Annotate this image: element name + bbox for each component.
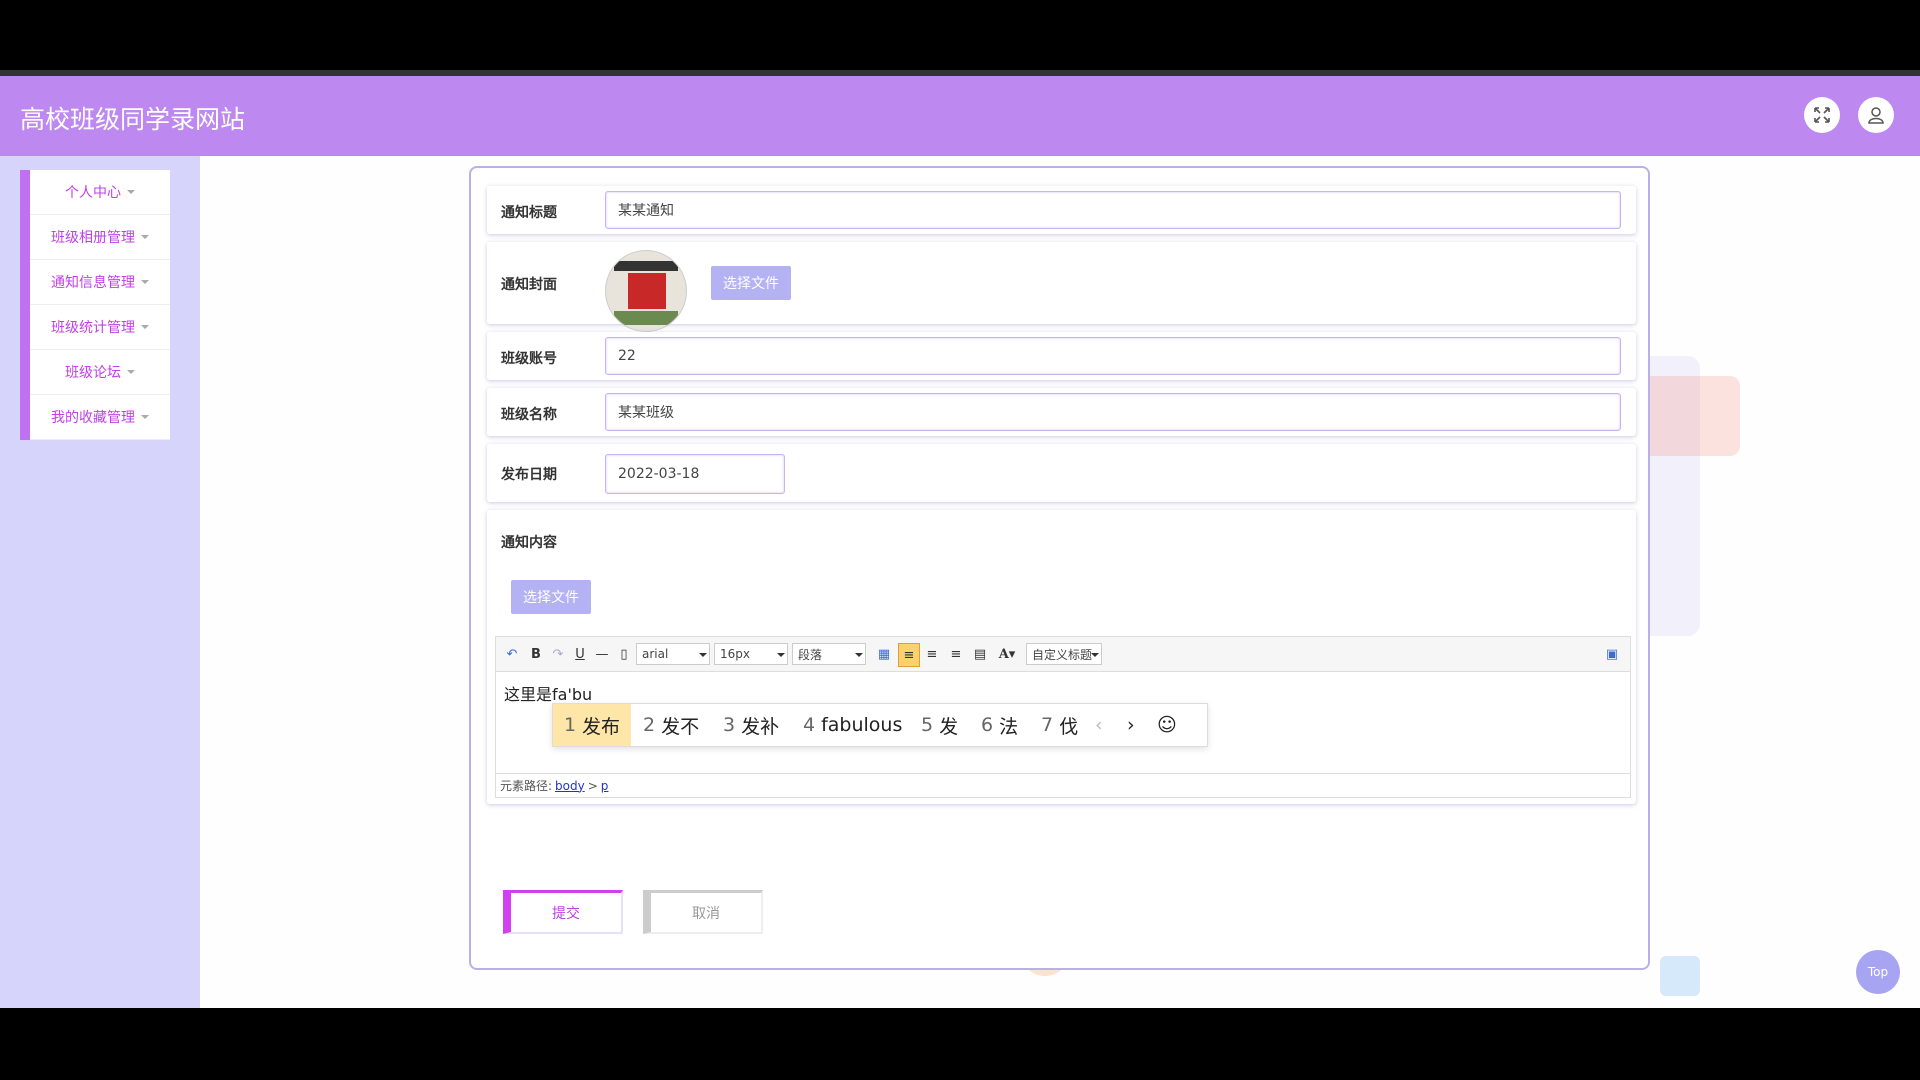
align-left-icon[interactable]: ≡ [898,643,920,667]
ime-candidate[interactable]: 5发 [921,704,958,746]
date-input[interactable]: 2022-03-18 [605,454,785,494]
paragraph-select[interactable]: 段落 [792,643,866,665]
cancel-button[interactable]: 取消 [643,890,763,934]
font-size-value: 16px [720,647,750,661]
form-row-account: 班级账号 22 [487,332,1636,380]
site-title: 高校班级同学录网站 [20,105,246,134]
form-row-date: 发布日期 2022-03-18 [487,444,1636,502]
font-color-icon[interactable]: A▾ [994,643,1020,665]
newspaper-thumbnail [606,251,686,331]
align-center-icon[interactable]: ≡ [946,643,966,665]
sidebar-item-favorites-management[interactable]: 我的收藏管理 [30,395,170,440]
notice-form-card: 通知标题 某某通知 通知封面 选择文件 班级账号 22 班级名称 某某班级 发布… [469,166,1650,970]
paragraph-value: 段落 [798,647,823,662]
screen-bottom-border [0,1008,1920,1080]
cover-label: 通知封面 [501,277,557,293]
path-body-link[interactable]: body [555,779,585,793]
sidebar-item-notice-management[interactable]: 通知信息管理 [30,260,170,305]
classname-label: 班级名称 [501,407,557,423]
font-size-select[interactable]: 16px [714,643,788,665]
editor-content[interactable]: 这里是fa'bu [504,681,592,705]
editor-toolbar: ↶ B ↷ U — ▯ arial 16px 段落 ▦ ≡ ≡ ≡ ▤ A▾ 自… [496,637,1630,672]
caret-down-icon [141,325,149,329]
content-label: 通知内容 [501,535,557,551]
code-icon [1660,956,1700,996]
caret-down-icon [855,653,863,657]
chevron-left-icon[interactable]: ‹ [1095,704,1103,746]
ime-candidate[interactable]: 6法 [981,704,1018,746]
underline-icon[interactable]: U [570,643,590,665]
sidebar-item-statistics-management[interactable]: 班级统计管理 [30,305,170,350]
align-right-icon[interactable]: ≡ [922,643,942,665]
path-p-link[interactable]: p [601,779,609,793]
form-row-title: 通知标题 某某通知 [487,186,1636,234]
align-justify-icon[interactable]: ▤ [970,643,990,665]
caret-down-icon [141,235,149,239]
fullscreen-icon [1814,107,1830,123]
caret-down-icon [127,370,135,374]
caret-down-icon [699,653,707,657]
screen-top-border [0,0,1920,70]
element-path-bar: 元素路径: body > p [496,773,1630,797]
classname-input[interactable]: 某某班级 [605,393,1621,431]
account-label: 班级账号 [501,351,557,367]
font-family-select[interactable]: arial [636,643,710,665]
form-row-classname: 班级名称 某某班级 [487,388,1636,436]
date-label: 发布日期 [501,467,557,483]
account-input[interactable]: 22 [605,337,1621,375]
back-to-top-button[interactable]: Top [1856,950,1900,994]
sidebar-item-label: 我的收藏管理 [51,410,135,426]
user-button[interactable] [1858,97,1894,133]
header-bar: 高校班级同学录网站 [0,76,1920,156]
sidebar-item-label: 班级论坛 [65,365,121,381]
font-family-value: arial [642,647,669,661]
sidebar: 个人中心 班级相册管理 通知信息管理 班级统计管理 班级论坛 我的收藏管理 [0,156,200,1008]
sidebar-item-forum[interactable]: 班级论坛 [30,350,170,395]
title-label: 通知标题 [501,205,557,221]
fullscreen-button[interactable] [1804,97,1840,133]
path-separator: > [587,778,598,793]
bold-icon[interactable]: B [526,643,546,665]
horizontal-rule-icon[interactable]: — [592,643,612,665]
redo-icon[interactable]: ↷ [548,643,568,665]
caret-down-icon [127,190,135,194]
custom-title-select[interactable]: 自定义标题 [1026,643,1102,665]
element-path-label: 元素路径: [500,779,553,793]
chevron-right-icon[interactable]: › [1127,704,1135,746]
ime-candidate[interactable]: 4 fabulous [803,704,902,746]
ime-candidate[interactable]: 2 发不 [643,704,699,746]
sidebar-menu: 个人中心 班级相册管理 通知信息管理 班级统计管理 班级论坛 我的收藏管理 [20,170,170,440]
sidebar-item-personal-center[interactable]: 个人中心 [30,170,170,215]
sidebar-item-label: 班级统计管理 [51,320,135,336]
submit-button[interactable]: 提交 [503,890,623,934]
sidebar-item-label: 通知信息管理 [51,275,135,291]
undo-icon[interactable]: ↶ [502,643,522,665]
ime-candidate[interactable]: 3 发补 [723,704,779,746]
fullscreen-editor-icon[interactable]: ▣ [1602,643,1622,665]
sidebar-item-album-management[interactable]: 班级相册管理 [30,215,170,260]
title-input[interactable]: 某某通知 [605,191,1621,229]
cover-image [605,250,687,332]
caret-down-icon [1091,653,1099,657]
cover-select-file-button[interactable]: 选择文件 [711,266,791,300]
content-select-file-button[interactable]: 选择文件 [511,580,591,614]
caret-down-icon [141,280,149,284]
custom-title-value: 自定义标题 [1032,647,1093,662]
new-document-icon[interactable]: ▯ [614,643,634,665]
table-icon[interactable]: ▦ [874,643,894,665]
sidebar-item-label: 班级相册管理 [51,230,135,246]
user-icon [1868,107,1884,124]
ime-candidate[interactable]: 7伐 [1041,704,1078,746]
form-row-cover: 通知封面 选择文件 [487,242,1636,332]
ime-candidate[interactable]: 1 发布 [553,704,631,746]
rich-text-editor: ↶ B ↷ U — ▯ arial 16px 段落 ▦ ≡ ≡ ≡ ▤ A▾ 自… [495,636,1631,798]
sidebar-item-label: 个人中心 [65,185,121,201]
emoji-icon[interactable]: ☺ [1157,704,1177,746]
ime-candidate-popup: 1 发布 2 发不 3 发补 4 fabulous 5发 6法 7伐 ‹ › ☺ [552,703,1208,747]
form-row-content: 通知内容 选择文件 ↶ B ↷ U — ▯ arial 16px 段落 ▦ ≡ … [487,510,1636,804]
caret-down-icon [777,653,785,657]
caret-down-icon [141,415,149,419]
